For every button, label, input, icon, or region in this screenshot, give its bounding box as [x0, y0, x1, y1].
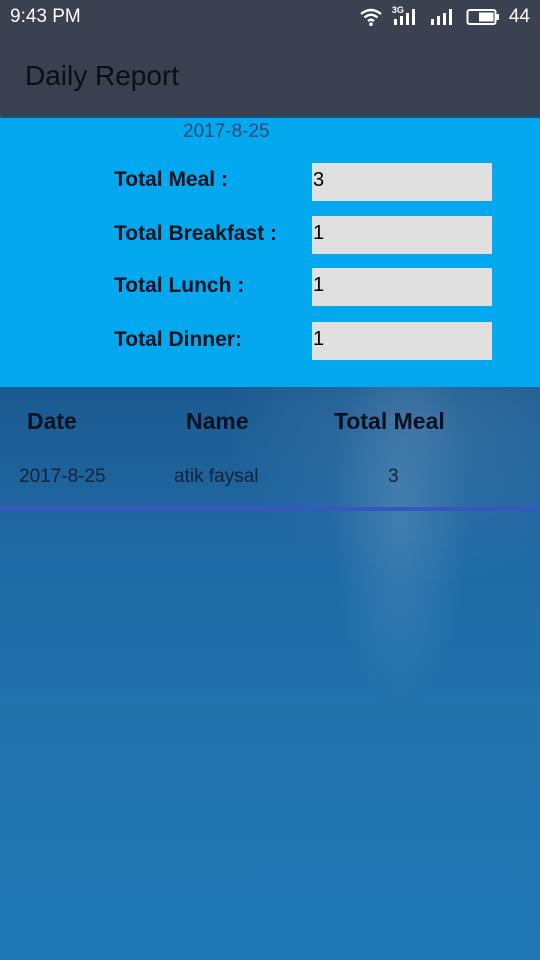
battery-level: 44 — [508, 6, 530, 27]
total-meal-label: Total Meal : — [114, 168, 228, 191]
total-meal-field[interactable]: 3 — [312, 163, 492, 201]
column-header-name: Name — [186, 408, 249, 434]
page-title: Daily Report — [25, 60, 180, 91]
wifi-icon — [360, 8, 382, 26]
column-header-total-meal: Total Meal — [334, 408, 445, 434]
table-cell-date: 2017-8-25 — [19, 466, 106, 487]
total-breakfast-label: Total Breakfast : — [114, 222, 277, 245]
total-lunch-label: Total Lunch : — [114, 274, 245, 297]
status-time: 9:43 PM — [10, 6, 81, 27]
signal-3g-icon: 3G — [392, 5, 420, 27]
table-cell-name: atik faysal — [174, 466, 259, 487]
total-breakfast-field[interactable]: 1 — [312, 216, 492, 254]
app-bar: Daily Report — [0, 34, 540, 116]
total-lunch-field[interactable]: 1 — [312, 268, 492, 306]
total-dinner-label: Total Dinner: — [114, 328, 242, 351]
total-dinner-field[interactable]: 1 — [312, 322, 492, 360]
status-icons: 3G 44 — [359, 5, 530, 28]
summary-date: 2017-8-25 — [183, 121, 270, 142]
table-divider — [0, 507, 540, 511]
signal-icon — [430, 9, 452, 25]
battery-icon — [466, 9, 499, 25]
status-bar: 9:43 PM 3G 44 — [0, 0, 540, 34]
summary-panel: 2017-8-25 Total Meal : 3 Total Breakfast… — [0, 118, 540, 387]
table-cell-total-meal: 3 — [388, 466, 399, 487]
column-header-date: Date — [27, 408, 77, 434]
